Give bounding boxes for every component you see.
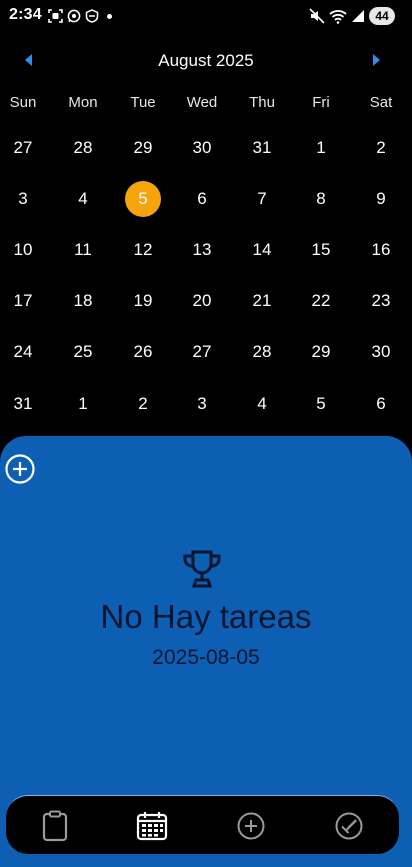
- calendar-day[interactable]: 2: [361, 128, 401, 168]
- calendar-day[interactable]: 24: [3, 332, 43, 372]
- calendar-day[interactable]: 15: [301, 230, 341, 270]
- check-circle-icon: [335, 812, 363, 840]
- weekday-label: Wed: [186, 94, 218, 111]
- calendar-day[interactable]: 4: [242, 384, 282, 424]
- calendar-day[interactable]: 28: [242, 332, 282, 372]
- calendar-day[interactable]: 30: [182, 128, 222, 168]
- nav-tasks[interactable]: [33, 804, 77, 848]
- empty-state-title: No Hay tareas: [100, 598, 312, 635]
- weekday-label: Mon: [68, 94, 98, 111]
- calendar-day-selected[interactable]: 5: [125, 181, 161, 217]
- calendar-day[interactable]: 2: [123, 384, 163, 424]
- calendar-day[interactable]: 27: [182, 332, 222, 372]
- calendar-day[interactable]: 6: [361, 384, 401, 424]
- whatsapp-icon: [67, 9, 81, 23]
- chevron-right-icon: [373, 54, 380, 66]
- calendar-day[interactable]: 21: [242, 281, 282, 321]
- weekday-label: Thu: [249, 94, 275, 111]
- calendar-day[interactable]: 25: [63, 332, 103, 372]
- notification-icons: [48, 9, 112, 23]
- calendar-day[interactable]: 20: [182, 281, 222, 321]
- signal-icon: [352, 10, 364, 22]
- battery-indicator: 44: [369, 7, 395, 25]
- calendar-day[interactable]: 22: [301, 281, 341, 321]
- calendar-day[interactable]: 6: [182, 179, 222, 219]
- next-month-button[interactable]: [366, 50, 386, 70]
- calendar-day[interactable]: 11: [63, 230, 103, 270]
- calendar-day[interactable]: 14: [242, 230, 282, 270]
- add-circle-icon: [237, 812, 265, 840]
- calendar-day[interactable]: 19: [123, 281, 163, 321]
- calendar-day[interactable]: 4: [63, 179, 103, 219]
- bottom-navigation: [6, 795, 399, 854]
- calendar-day[interactable]: 18: [63, 281, 103, 321]
- calendar-day[interactable]: 12: [123, 230, 163, 270]
- calendar-day[interactable]: 1: [63, 384, 103, 424]
- weekday-label: Fri: [312, 94, 330, 111]
- shield-icon: [85, 9, 99, 23]
- calendar-day[interactable]: 17: [3, 281, 43, 321]
- calendar-day[interactable]: 13: [182, 230, 222, 270]
- weekday-row: Sun Mon Tue Wed Thu Fri Sat: [0, 94, 412, 116]
- add-task-button[interactable]: [4, 453, 36, 485]
- calendar-day[interactable]: 9: [361, 179, 401, 219]
- calendar-day[interactable]: 5: [301, 384, 341, 424]
- weekday-label: Tue: [130, 94, 156, 111]
- calendar-day[interactable]: 29: [301, 332, 341, 372]
- calendar-day[interactable]: 10: [3, 230, 43, 270]
- calendar-day[interactable]: 26: [123, 332, 163, 372]
- add-circle-icon: [5, 454, 35, 484]
- calendar-day[interactable]: 27: [3, 128, 43, 168]
- wifi-icon: [329, 9, 347, 24]
- clipboard-icon: [42, 810, 68, 842]
- calendar-day[interactable]: 30: [361, 332, 401, 372]
- calendar-day[interactable]: 7: [242, 179, 282, 219]
- more-notifications-dot: [107, 13, 112, 19]
- system-icons: 44: [309, 7, 395, 25]
- trophy-icon: [181, 548, 223, 590]
- calendar-day[interactable]: 8: [301, 179, 341, 219]
- calendar-day[interactable]: 16: [361, 230, 401, 270]
- calendar-day[interactable]: 31: [3, 384, 43, 424]
- nav-calendar[interactable]: [130, 804, 174, 848]
- weekday-label: Sun: [9, 94, 37, 111]
- calendar-day[interactable]: 23: [361, 281, 401, 321]
- calendar-header: August 2025: [0, 44, 412, 78]
- status-time: 2:34: [9, 6, 42, 23]
- selected-date: 2025-08-05: [152, 646, 260, 669]
- calendar-day[interactable]: 1: [301, 128, 341, 168]
- scan-icon: [48, 9, 63, 23]
- nav-add[interactable]: [229, 804, 273, 848]
- calendar-day[interactable]: 29: [123, 128, 163, 168]
- calendar-day[interactable]: 3: [182, 384, 222, 424]
- calendar-icon: [136, 812, 168, 841]
- mute-icon: [309, 8, 325, 24]
- calendar-day[interactable]: 28: [63, 128, 103, 168]
- month-title: August 2025: [158, 51, 254, 70]
- status-bar: 2:34 44: [0, 0, 412, 32]
- calendar-day[interactable]: 31: [242, 128, 282, 168]
- calendar-day[interactable]: 3: [3, 179, 43, 219]
- weekday-label: Sat: [369, 94, 393, 111]
- nav-completed[interactable]: [327, 804, 371, 848]
